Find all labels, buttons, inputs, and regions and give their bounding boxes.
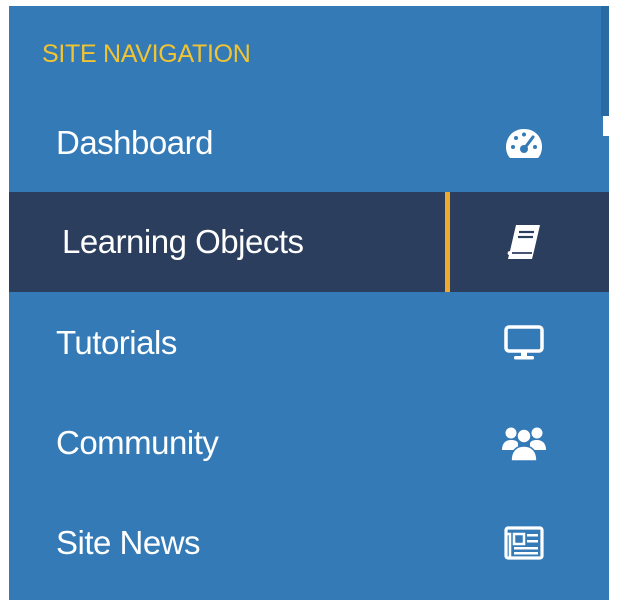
nav-item-label: Learning Objects [62, 223, 304, 260]
dashboard-gauge-icon [502, 121, 546, 165]
nav-item-label: Tutorials [56, 324, 177, 361]
active-indicator [445, 192, 450, 292]
nav-item-label: Community [56, 424, 219, 461]
newspaper-icon [502, 521, 546, 565]
users-icon [502, 421, 546, 465]
nav-item-community[interactable]: Community [9, 394, 609, 492]
book-icon [502, 220, 546, 264]
nav-item-site-news[interactable]: Site News [9, 494, 609, 592]
nav-item-learning-objects[interactable]: Learning Objects [9, 192, 609, 292]
nav-item-dashboard[interactable]: Dashboard [9, 94, 609, 192]
nav-item-tutorials[interactable]: Tutorials [9, 294, 609, 392]
nav-item-label: Dashboard [56, 124, 213, 161]
site-navigation-panel: SITE NAVIGATION Dashboard Learning Objec… [9, 6, 609, 600]
nav-item-label: Site News [56, 524, 201, 561]
section-heading: SITE NAVIGATION [42, 40, 251, 68]
monitor-icon [502, 321, 546, 365]
